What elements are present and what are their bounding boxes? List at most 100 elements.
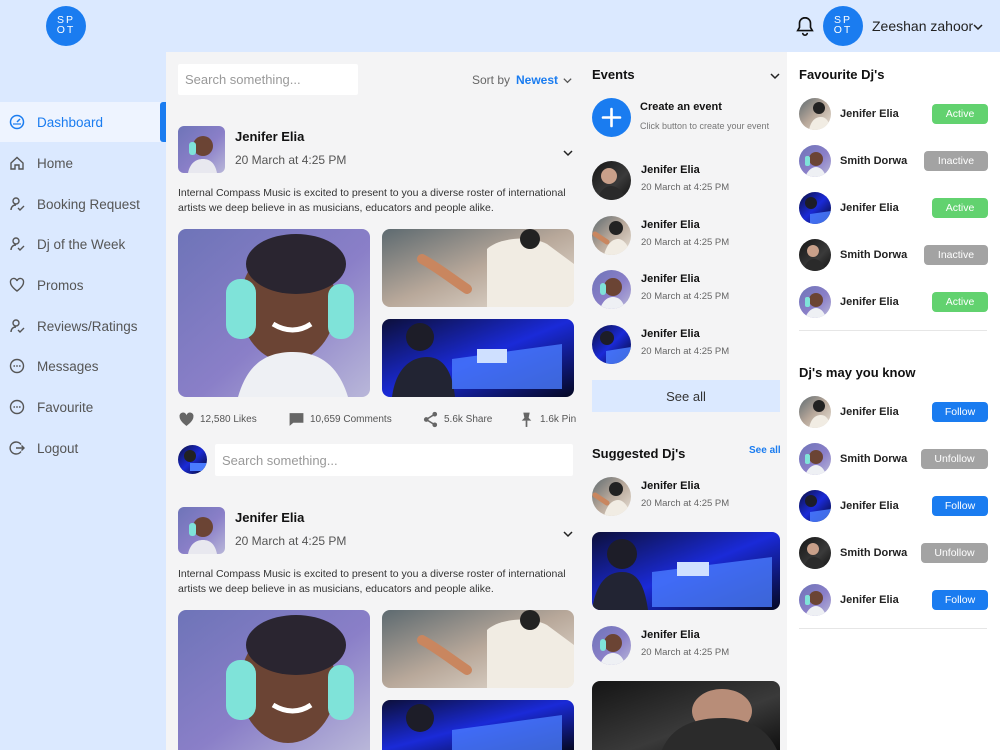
unfollow-button[interactable]: Unfollow [921,543,988,563]
post-time: 20 March at 4:25 PM [235,534,347,548]
dj-avatar[interactable] [799,443,831,475]
sort-dropdown[interactable]: Newest [516,73,558,87]
event-name[interactable]: Jenifer Elia [641,219,700,231]
dj-name[interactable]: Smith Dorwa [840,249,907,261]
sidebar-item-label: Home [37,156,74,171]
dj-avatar[interactable] [799,239,831,271]
event-name[interactable]: Jenifer Elia [641,328,700,340]
sidebar-item-logout[interactable]: Logout [0,428,166,468]
dj-name[interactable]: Jenifer Elia [840,202,899,214]
feed-search[interactable] [178,64,358,95]
home-icon [10,156,24,170]
dj-name[interactable]: Jenifer Elia [840,296,899,308]
sidebar-item-label: Logout [37,441,79,456]
sidebar-item-favourite[interactable]: Favourite [0,387,166,427]
unfollow-button[interactable]: Unfollow [921,449,988,469]
follow-button[interactable]: Follow [932,402,988,422]
dj-avatar[interactable] [799,98,831,130]
post-image[interactable] [382,319,574,397]
comment-box[interactable] [215,444,573,476]
dj-avatar[interactable] [799,145,831,177]
post-author-avatar[interactable] [178,507,225,554]
post-image[interactable] [382,700,574,750]
sidebar-item-label: Booking Request [37,197,140,212]
dj-avatar[interactable] [799,286,831,318]
event-name[interactable]: Jenifer Elia [641,273,700,285]
post-image[interactable] [178,229,370,397]
heart-icon [179,412,194,426]
avatar-photo [178,126,225,173]
dj-name[interactable]: Jenifer Elia [840,406,899,418]
djs-may-you-know-title: Dj's may you know [799,365,916,380]
suggested-image[interactable] [592,681,780,750]
event-avatar[interactable] [592,216,631,255]
dj-name[interactable]: Smith Dorwa [840,453,907,465]
user-check-icon [10,237,25,251]
dj-avatar[interactable] [799,192,831,224]
chevron-down-icon[interactable] [562,147,574,159]
sidebar-item-home[interactable]: Home [0,143,166,183]
post-image[interactable] [382,610,574,688]
post-image[interactable] [178,610,370,750]
sidebar-item-label: Promos [37,278,84,293]
user-name[interactable]: Zeeshan zahoor [872,18,973,34]
suggested-name[interactable]: Jenifer Elia [641,480,700,492]
favourite-djs-title: Favourite Dj's [799,67,885,82]
dj-avatar[interactable] [799,584,831,616]
post-author-name[interactable]: Jenifer Elia [235,510,304,525]
see-all-events-button[interactable]: See all [592,380,780,412]
chat-icon [9,399,25,415]
post-text: Internal Compass Music is excited to pre… [178,568,566,595]
suggested-image[interactable] [592,532,780,610]
event-avatar[interactable] [592,270,631,309]
sidebar-item-booking-request[interactable]: Booking Request [0,184,166,224]
suggested-title: Suggested Dj's [592,446,686,461]
user-check-icon [10,319,25,333]
create-event-title[interactable]: Create an event [640,101,722,113]
user-avatar[interactable]: SP OT [823,6,863,46]
comment-input[interactable] [215,444,573,476]
post-author-name[interactable]: Jenifer Elia [235,129,304,144]
event-time: 20 March at 4:25 PM [641,237,730,248]
chevron-down-icon[interactable] [972,21,984,33]
suggested-name[interactable]: Jenifer Elia [641,629,700,641]
dj-name[interactable]: Jenifer Elia [840,500,899,512]
create-event-button[interactable] [592,98,631,137]
dj-avatar[interactable] [799,396,831,428]
chevron-down-icon[interactable] [769,70,781,82]
dj-name[interactable]: Smith Dorwa [840,155,907,167]
sidebar-item-dj-of-the-week[interactable]: Dj of the Week [0,224,166,264]
post-text: Internal Compass Music is excited to pre… [178,187,566,214]
post-image[interactable] [382,229,574,307]
event-name[interactable]: Jenifer Elia [641,164,700,176]
chevron-down-icon[interactable] [562,75,573,86]
sidebar-item-promos[interactable]: Promos [0,265,166,305]
follow-button[interactable]: Follow [932,496,988,516]
event-avatar[interactable] [592,161,631,200]
suggested-avatar[interactable] [592,477,631,516]
dj-name[interactable]: Jenifer Elia [840,108,899,120]
plus-icon [601,107,622,128]
spot-logo[interactable]: SP OT [46,6,86,46]
event-time: 20 March at 4:25 PM [641,182,730,193]
create-event-desc: Click button to create your event [640,121,770,131]
dj-avatar[interactable] [799,490,831,522]
suggested-avatar[interactable] [592,626,631,665]
comments-count: 10,659 Comments [310,414,392,425]
dj-avatar[interactable] [799,537,831,569]
commenter-avatar[interactable] [178,445,207,474]
bell-icon[interactable] [794,15,816,37]
status-badge: Inactive [924,245,988,265]
sidebar-item-reviews-ratings[interactable]: Reviews/Ratings [0,306,166,346]
chevron-down-icon[interactable] [562,528,574,540]
post-author-avatar[interactable] [178,126,225,173]
event-avatar[interactable] [592,325,631,364]
dj-name[interactable]: Smith Dorwa [840,547,907,559]
dj-name[interactable]: Jenifer Elia [840,594,899,606]
sidebar-item-messages[interactable]: Messages [0,346,166,386]
sidebar-item-dashboard[interactable]: Dashboard [0,102,166,142]
see-all-suggested-link[interactable]: See all [749,445,781,456]
search-input[interactable] [178,64,358,95]
divider [799,628,987,629]
follow-button[interactable]: Follow [932,590,988,610]
